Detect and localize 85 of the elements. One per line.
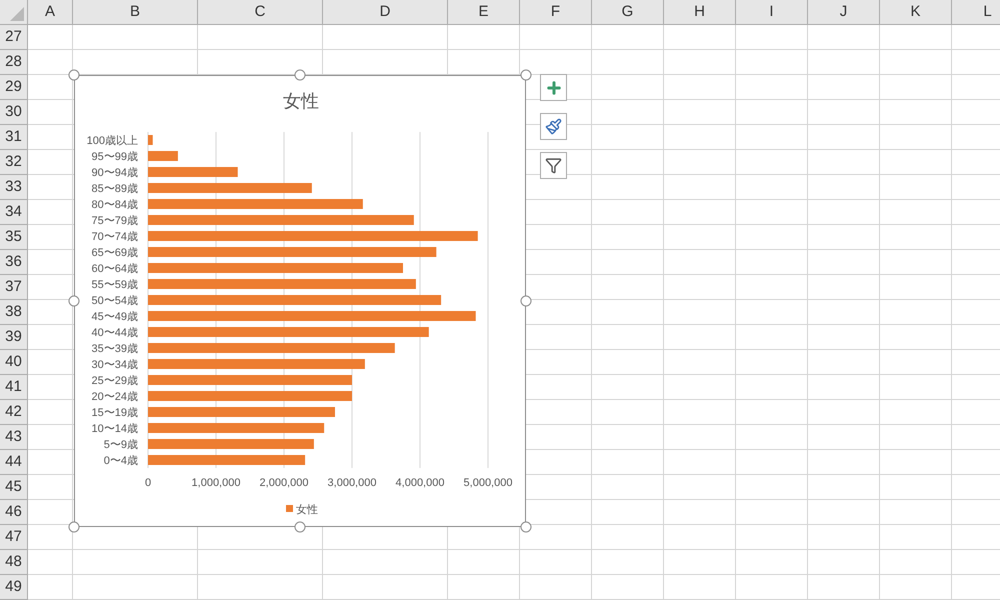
row-header[interactable]: 35 (0, 225, 28, 250)
chart-filters-button[interactable] (540, 152, 567, 179)
category-label: 45〜49歳 (92, 311, 138, 323)
row-header[interactable]: 34 (0, 200, 28, 225)
row-header[interactable]: 28 (0, 50, 28, 75)
category-label: 40〜44歳 (92, 327, 138, 339)
category-label: 65〜69歳 (92, 247, 138, 259)
plus-icon (544, 78, 562, 96)
axis-tick-label: 4,000,000 (396, 477, 444, 489)
chart-elements-button[interactable] (540, 74, 567, 101)
category-label: 55〜59歳 (92, 279, 138, 291)
row-header[interactable]: 29 (0, 75, 28, 100)
column-header[interactable]: A (28, 0, 73, 25)
axis-tick-label: 3,000,000 (328, 477, 376, 489)
row-header[interactable]: 49 (0, 575, 28, 600)
chart-styles-button[interactable] (540, 113, 567, 140)
category-label: 0〜4歳 (104, 455, 138, 467)
category-label: 35〜39歳 (92, 343, 138, 355)
resize-handle[interactable] (68, 522, 80, 532)
column-header[interactable]: D (323, 0, 448, 25)
row-header[interactable]: 37 (0, 275, 28, 300)
category-label: 90〜94歳 (92, 167, 138, 179)
resize-handle[interactable] (294, 70, 306, 80)
category-label: 85〜89歳 (92, 183, 138, 195)
chart-title: 女性 (283, 91, 319, 111)
row-header[interactable]: 32 (0, 150, 28, 175)
column-header[interactable]: F (520, 0, 592, 25)
category-label: 75〜79歳 (92, 215, 138, 227)
resize-handle[interactable] (68, 296, 80, 306)
paintbrush-icon (545, 118, 562, 135)
category-label: 5〜9歳 (104, 439, 138, 451)
resize-handle[interactable] (520, 522, 532, 532)
row-header[interactable]: 40 (0, 350, 28, 375)
row-header[interactable]: 47 (0, 525, 28, 550)
worksheet-grid[interactable]: 女性 100歳以上 95〜99歳 90〜94歳 85〜89歳 80〜84歳 75〜79歳 70〜74歳 65〜69歳 60〜64歳 55〜59歳 50〜54歳 45〜49歳 40〜44歳 35〜39歳 30〜34歳 25〜29歳 20〜24歳 15〜19歳 10〜14歳 5〜9歳 0〜4歳 0 1,000,000 2,000,000 3,000,000 4,000,000 5,000,000 女性 (28, 25, 1000, 600)
column-header[interactable]: C (198, 0, 323, 25)
row-header[interactable]: 43 (0, 425, 28, 450)
column-header[interactable]: L (952, 0, 1000, 25)
row-header[interactable]: 27 (0, 25, 28, 50)
row-header[interactable]: 46 (0, 500, 28, 525)
row-header[interactable]: 45 (0, 475, 28, 500)
category-label: 70〜74歳 (92, 231, 138, 243)
row-header[interactable]: 39 (0, 325, 28, 350)
row-header[interactable]: 38 (0, 300, 28, 325)
row-header[interactable]: 48 (0, 550, 28, 575)
row-header[interactable]: 30 (0, 100, 28, 125)
row-header[interactable]: 36 (0, 250, 28, 275)
row-header[interactable]: 31 (0, 125, 28, 150)
corner-triangle-icon (10, 7, 24, 21)
category-label: 20〜24歳 (92, 391, 138, 403)
axis-tick-label: 1,000,000 (192, 477, 240, 489)
resize-handle[interactable] (520, 70, 532, 80)
resize-handle[interactable] (68, 70, 80, 80)
column-header[interactable]: I (736, 0, 808, 25)
column-header[interactable]: K (880, 0, 952, 25)
category-label: 95〜99歳 (92, 151, 138, 163)
resize-handle[interactable] (520, 296, 532, 306)
axis-tick-label: 5,000,000 (464, 477, 512, 489)
category-label: 50〜54歳 (92, 295, 138, 307)
axis-tick-label: 0 (144, 477, 152, 489)
legend-swatch (286, 505, 293, 512)
row-header[interactable]: 44 (0, 450, 28, 475)
column-header[interactable]: E (448, 0, 520, 25)
bar-chart[interactable]: 女性 100歳以上 95〜99歳 90〜94歳 85〜89歳 80〜84歳 75〜79歳 70〜74歳 65〜69歳 60〜64歳 55〜59歳 50〜54歳 45〜49歳 40〜44歳 35〜39歳 30〜34歳 25〜29歳 20〜24歳 15〜19歳 10〜14歳 5〜9歳 0〜4歳 0 1,000,000 2,000,000 3,000,000 4,000,000 5,000,000 女性 (74, 75, 526, 527)
category-label: 100歳以上 (86, 135, 138, 147)
category-label: 30〜34歳 (92, 359, 138, 371)
category-label: 25〜29歳 (92, 375, 138, 387)
row-header[interactable]: 33 (0, 175, 28, 200)
column-header[interactable]: B (73, 0, 198, 25)
column-header[interactable]: G (592, 0, 664, 25)
column-header[interactable]: H (664, 0, 736, 25)
axis-tick-label: 2,000,000 (260, 477, 308, 489)
column-header[interactable]: J (808, 0, 880, 25)
legend-label: 女性 (296, 504, 318, 516)
resize-handle[interactable] (294, 522, 306, 532)
bar (148, 151, 178, 161)
category-label: 10〜14歳 (92, 423, 138, 435)
select-all-corner[interactable] (0, 0, 28, 25)
bar (148, 135, 153, 145)
row-header[interactable]: 41 (0, 375, 28, 400)
category-label: 60〜64歳 (92, 263, 138, 275)
row-header[interactable]: 42 (0, 400, 28, 425)
category-label: 80〜84歳 (92, 199, 138, 211)
filter-icon (545, 157, 562, 174)
category-label: 15〜19歳 (92, 407, 138, 419)
